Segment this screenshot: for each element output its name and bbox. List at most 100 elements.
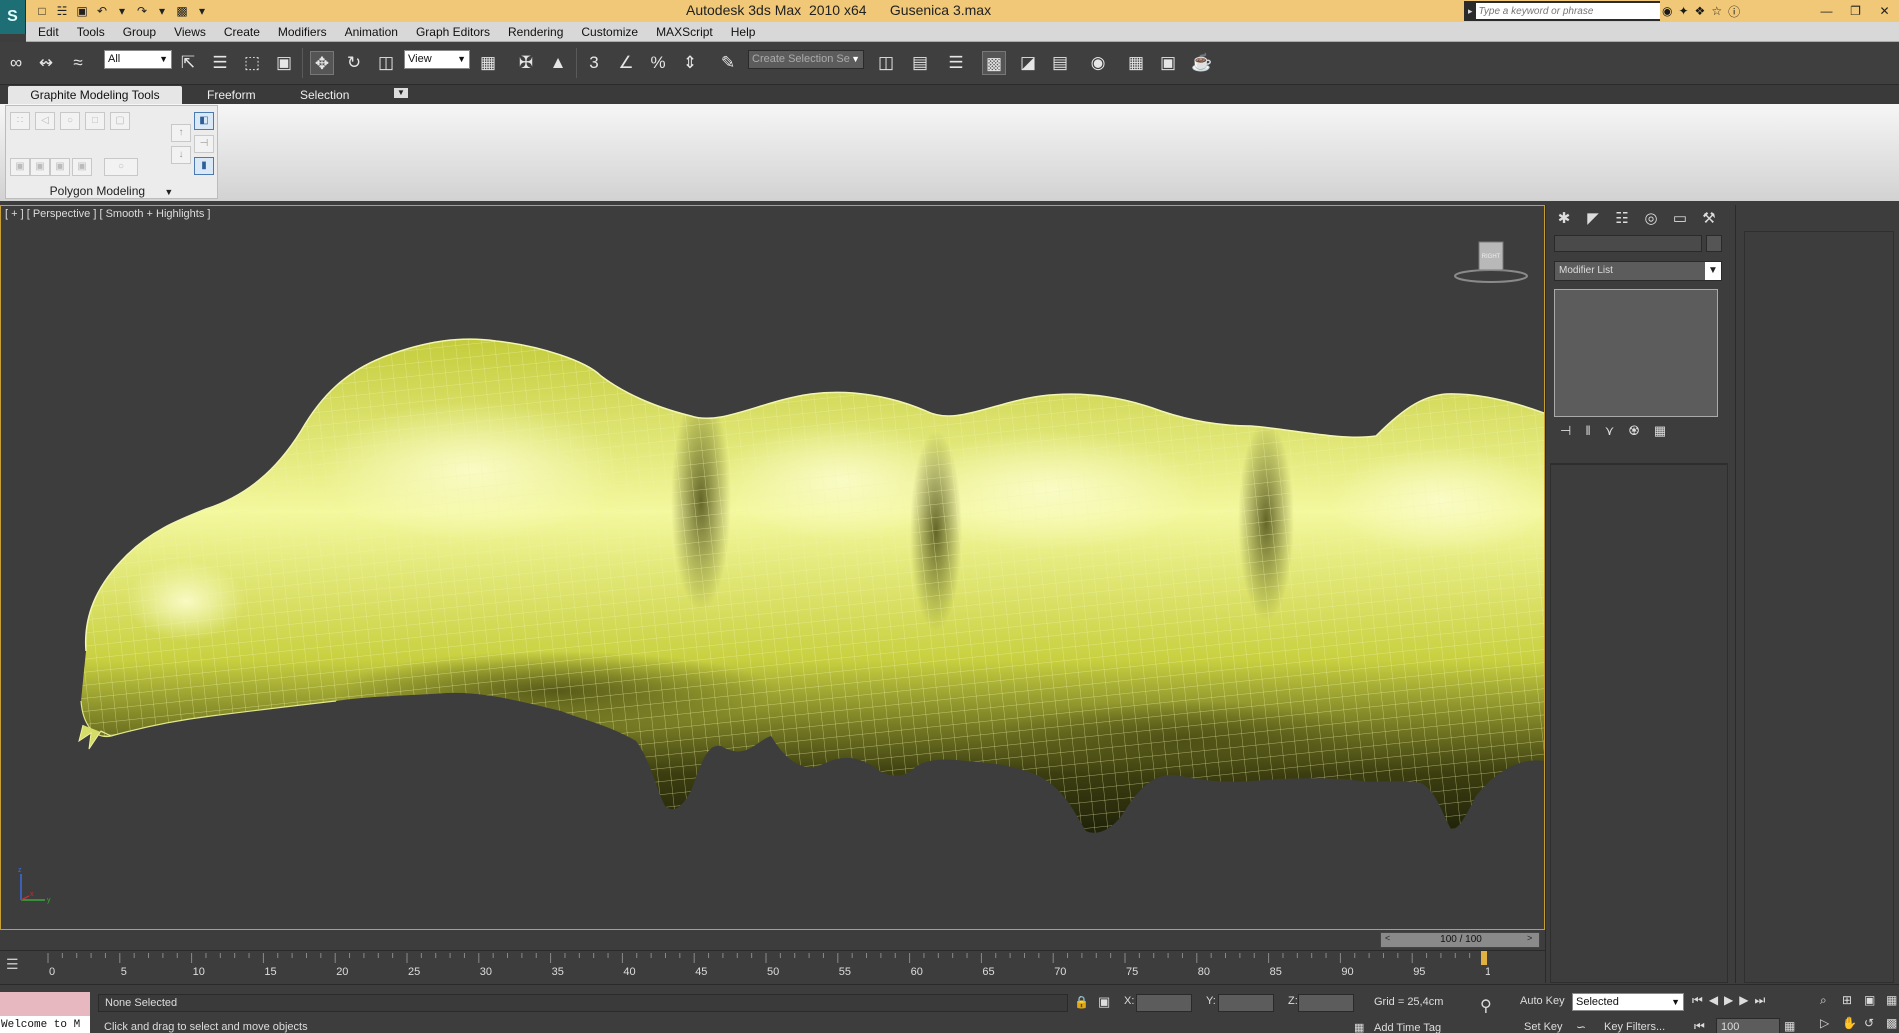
z-coordinate-field[interactable] xyxy=(1298,994,1354,1012)
create-tab-icon[interactable]: ✱ xyxy=(1552,208,1576,230)
undo-dropdown-icon[interactable]: ▾ xyxy=(114,3,130,19)
selection-lock-icon[interactable]: 🔒 xyxy=(1074,995,1089,1009)
menu-edit[interactable]: Edit xyxy=(38,25,59,39)
minimize-icon[interactable]: — xyxy=(1812,4,1841,18)
previous-modifier-icon[interactable]: ↑ xyxy=(171,124,191,142)
favorites-star-icon[interactable]: ☆ xyxy=(1711,4,1722,18)
motion-tab-icon[interactable]: ◎ xyxy=(1639,208,1663,230)
remove-modifier-icon[interactable]: ♼ xyxy=(1628,423,1640,441)
polygon-mode-icon[interactable]: □ xyxy=(85,112,105,130)
zoom-extents-all-icon[interactable]: ▦ xyxy=(1886,993,1899,1012)
select-object-icon[interactable]: ⇱ xyxy=(176,51,200,75)
select-and-rotate-icon[interactable]: ↻ xyxy=(342,51,366,75)
utilities-tab-icon[interactable]: ⚒ xyxy=(1697,208,1721,230)
tab-selection[interactable]: Selection xyxy=(300,86,349,104)
vertex-mode-icon[interactable]: ∷ xyxy=(10,112,30,130)
menu-views[interactable]: Views xyxy=(174,25,206,39)
zoom-all-icon[interactable]: ⊞ xyxy=(1842,993,1862,1012)
mini-curve-editor-icon[interactable]: ☰ xyxy=(6,956,24,972)
select-by-name-icon[interactable]: ☰ xyxy=(208,51,232,75)
angle-snap-icon[interactable]: ∠ xyxy=(614,51,638,75)
schematic-view-icon[interactable]: ▤ xyxy=(1048,51,1072,75)
toggle-command-panel-icon[interactable]: ○ xyxy=(104,158,138,176)
selection-filter-dropdown[interactable]: All ▼ xyxy=(104,50,172,69)
default-in-out-tangent-icon[interactable]: ∽ xyxy=(1576,1020,1586,1033)
viewcube[interactable]: RIGHT xyxy=(1453,240,1529,290)
add-time-tag[interactable]: Add Time Tag xyxy=(1374,1022,1441,1033)
pivot-center-icon[interactable]: ▦ xyxy=(476,51,500,75)
unlink-icon[interactable]: ↭ xyxy=(34,51,58,75)
help-icon[interactable]: ⓘ xyxy=(1728,3,1740,20)
modifier-list-dropdown[interactable]: Modifier List ▼ xyxy=(1554,261,1722,281)
use-soft-selection-icon[interactable]: ▣ xyxy=(30,158,50,176)
object-color-swatch[interactable] xyxy=(1706,235,1722,252)
collapse-stack-icon[interactable]: ▣ xyxy=(72,158,92,176)
redo-dropdown-icon[interactable]: ▾ xyxy=(154,3,170,19)
open-file-icon[interactable]: ☵ xyxy=(54,3,70,19)
pan-view-icon[interactable]: ✋ xyxy=(1842,1016,1862,1033)
edit-named-selection-icon[interactable]: ✎ xyxy=(716,51,740,75)
restore-icon[interactable]: ❐ xyxy=(1841,4,1870,18)
key-mode-toggle-icon[interactable]: ⏮ xyxy=(1694,1019,1705,1033)
search-input[interactable] xyxy=(1475,3,1660,19)
edge-mode-icon[interactable]: ◁ xyxy=(35,112,55,130)
absolute-mode-icon[interactable]: ▣ xyxy=(1098,994,1110,1010)
key-mode-dropdown[interactable]: Selected ▼ xyxy=(1572,993,1684,1011)
graphite-modeling-toggle-icon[interactable]: ▩ xyxy=(982,51,1006,75)
element-mode-icon[interactable]: ▢ xyxy=(110,112,130,130)
tab-graphite-modeling-tools[interactable]: Graphite Modeling Tools xyxy=(8,86,182,104)
window-crossing-icon[interactable]: ▣ xyxy=(272,51,296,75)
snaps-toggle-icon[interactable]: 3 xyxy=(582,51,606,75)
menu-group[interactable]: Group xyxy=(123,25,156,39)
menu-rendering[interactable]: Rendering xyxy=(508,25,563,39)
zoom-icon[interactable]: ⌕ xyxy=(1820,993,1840,1012)
project-folder-icon[interactable]: ▩ xyxy=(174,3,190,19)
maximize-viewport-icon[interactable]: ▩ xyxy=(1886,1016,1899,1033)
rendered-frame-window-icon[interactable]: ▣ xyxy=(1156,51,1180,75)
subscription-icon[interactable]: ✦ xyxy=(1678,4,1688,18)
play-icon[interactable]: ▶ xyxy=(1724,993,1733,1011)
qat-customize-icon[interactable]: ▾ xyxy=(194,3,210,19)
bind-space-warp-icon[interactable]: ≈ xyxy=(66,51,90,75)
make-unique-icon[interactable]: ⋎ xyxy=(1605,423,1615,441)
named-selection-dropdown[interactable]: Create Selection Se ▼ xyxy=(748,50,864,69)
preserve-uvs-icon[interactable]: ▣ xyxy=(10,158,30,176)
select-and-scale-icon[interactable]: ◫ xyxy=(374,51,398,75)
zoom-extents-icon[interactable]: ▣ xyxy=(1864,993,1884,1012)
show-cage-icon[interactable]: ▣ xyxy=(50,158,70,176)
ribbon-options-icon[interactable]: ▼ xyxy=(394,88,408,98)
next-modifier-icon[interactable]: ↓ xyxy=(171,146,191,164)
object-name-field[interactable] xyxy=(1554,235,1702,252)
auto-key-button[interactable]: Auto Key xyxy=(1520,995,1565,1007)
border-mode-icon[interactable]: ○ xyxy=(60,112,80,130)
menu-maxscript[interactable]: MAXScript xyxy=(656,25,713,39)
communication-icon[interactable]: ❖ xyxy=(1695,4,1706,18)
layer-manager-icon[interactable]: ☰ xyxy=(944,51,968,75)
menu-create[interactable]: Create xyxy=(224,25,260,39)
undo-icon[interactable]: ↶ xyxy=(94,3,110,19)
time-configuration-icon[interactable]: ▦ xyxy=(1784,1019,1795,1033)
curve-editor-icon[interactable]: ◪ xyxy=(1016,51,1040,75)
frame-ruler[interactable]: 0 5 10 15 20 25 30 35 40 45 50 55 60 65 70 75 80 85 90 95 10… xyxy=(44,951,1490,985)
quick-render-teapot-icon[interactable]: ☕ xyxy=(1190,51,1214,75)
perspective-viewport[interactable]: [ + ] [ Perspective ] [ Smooth + Highlig… xyxy=(0,205,1545,930)
modifier-stack[interactable] xyxy=(1554,289,1718,417)
material-editor-icon[interactable]: ◉ xyxy=(1086,51,1110,75)
select-and-move-icon[interactable]: ✥ xyxy=(310,51,334,75)
set-key-button[interactable]: Set Key xyxy=(1524,1021,1563,1033)
mirror-icon[interactable]: ◫ xyxy=(874,51,898,75)
pin-stack-icon[interactable]: ⊣ xyxy=(194,135,214,153)
display-tab-icon[interactable]: ▭ xyxy=(1668,208,1692,230)
search-collapse-icon[interactable]: ▸ xyxy=(1468,6,1473,17)
show-end-result-icon[interactable]: ▮ xyxy=(194,157,214,175)
align-icon[interactable]: ▤ xyxy=(908,51,932,75)
maxscript-listener[interactable]: Welcome to M xyxy=(0,992,90,1033)
ribbon-group-footer[interactable]: Polygon Modeling ▼ xyxy=(6,184,217,199)
next-frame-icon[interactable]: ▶ xyxy=(1739,993,1748,1011)
rectangular-selection-icon[interactable]: ⬚ xyxy=(240,51,264,75)
previous-frame-icon[interactable]: ◀ xyxy=(1709,993,1718,1011)
configure-modifier-sets-icon[interactable]: ▦ xyxy=(1654,423,1666,441)
current-frame-field[interactable]: 100 xyxy=(1716,1018,1780,1033)
render-setup-icon[interactable]: ▦ xyxy=(1124,51,1148,75)
binoculars-icon[interactable]: ◉ xyxy=(1662,4,1672,18)
